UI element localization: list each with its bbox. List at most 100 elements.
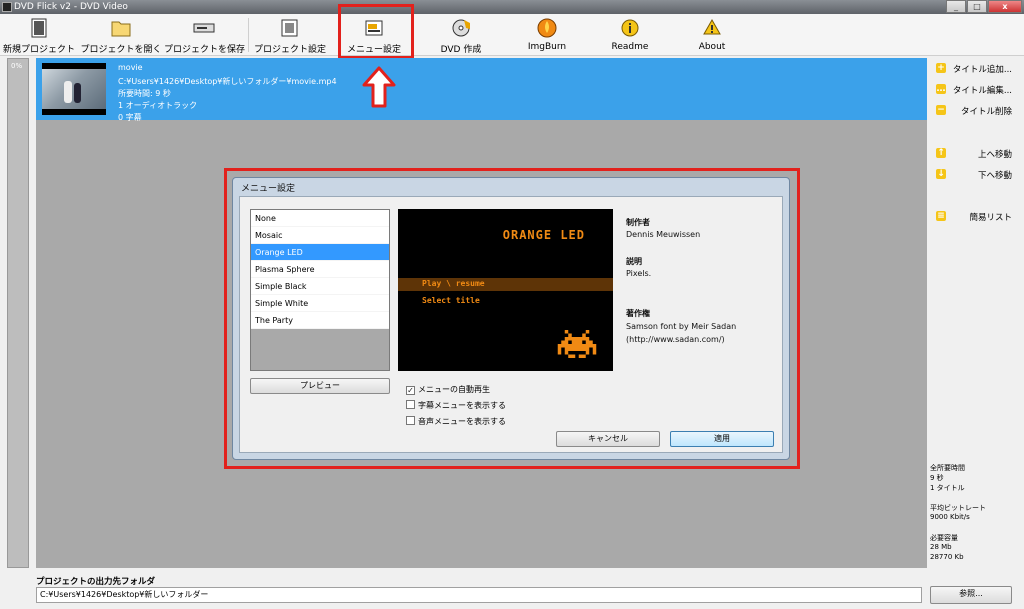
cancel-button[interactable]: キャンセル xyxy=(556,431,660,447)
readme-button[interactable]: Readme xyxy=(598,14,662,56)
menu-option-simple-white[interactable]: Simple White xyxy=(251,295,389,312)
preview-button[interactable]: プレビュー xyxy=(250,378,390,394)
close-button[interactable]: x xyxy=(988,0,1022,13)
toolbar: 新規プロジェクト プロジェクトを開く プロジェクトを保存 プロジェクト設定 メニ… xyxy=(0,14,1024,56)
save-project-button[interactable]: プロジェクトを保存 xyxy=(164,14,246,56)
film-icon xyxy=(31,18,47,38)
menu-preview: ORANGE LED Play \ resume Select title xyxy=(398,209,613,371)
menu-option-plasma-sphere[interactable]: Plasma Sphere xyxy=(251,261,389,278)
dialog-body: None Mosaic Orange LED Plasma Sphere Sim… xyxy=(239,196,783,453)
total-time-label: 全所要時間 xyxy=(930,464,965,472)
total-time-value: 9 秒 xyxy=(930,474,944,482)
imgburn-icon xyxy=(537,18,557,38)
preview-select-item: Select title xyxy=(422,296,480,305)
up-arrow-icon xyxy=(362,66,396,108)
author-value: Dennis Meuwissen xyxy=(626,230,701,239)
about-label: About xyxy=(698,42,726,52)
description-value: Pixels. xyxy=(626,269,652,278)
open-project-label: プロジェクトを開く xyxy=(80,45,162,55)
required-size-kb: 28770 Kb xyxy=(930,553,964,561)
title-name: movie xyxy=(118,63,143,72)
autoplay-checkbox[interactable]: ✓ メニューの自動再生 xyxy=(406,384,490,396)
side-panel: + タイトル追加... … タイトル編集... − タイトル削除 ↑ 上へ移動 ↓ 下へ移… xyxy=(930,58,1024,578)
title-count: 1 タイトル xyxy=(930,484,965,492)
move-down-label: 下へ移動 xyxy=(977,171,1012,181)
arrow-down-icon: ↓ xyxy=(936,169,946,179)
video-thumbnail xyxy=(42,63,106,115)
progress-percent: 0% xyxy=(11,62,23,70)
progress-bar: 0% xyxy=(7,58,29,568)
about-button[interactable]: About xyxy=(680,14,744,56)
space-invader-icon xyxy=(557,330,597,358)
author-label: 制作者 xyxy=(626,218,650,227)
window-title: DVD Flick v2 - DVD Video xyxy=(14,2,128,12)
checkbox-empty-icon xyxy=(406,416,415,425)
edit-icon: … xyxy=(936,84,946,94)
checkbox-empty-icon xyxy=(406,400,415,409)
arrow-up-icon: ↑ xyxy=(936,148,946,158)
save-project-label: プロジェクトを保存 xyxy=(164,45,246,55)
move-up-label: 上へ移動 xyxy=(977,150,1012,160)
menu-option-the-party[interactable]: The Party xyxy=(251,312,389,329)
drive-icon xyxy=(193,23,215,33)
menu-option-simple-black[interactable]: Simple Black xyxy=(251,278,389,295)
add-title-label: タイトル追加... xyxy=(952,65,1012,75)
move-up-button[interactable]: ↑ 上へ移動 xyxy=(930,145,1024,161)
create-dvd-label: DVD 作成 xyxy=(440,45,482,55)
audio-menu-label: 音声メニューを表示する xyxy=(418,417,506,426)
dialog-title: メニュー設定 xyxy=(241,184,296,194)
copyright-line2: (http://www.sadan.com/) xyxy=(626,335,725,344)
menu-settings-dialog: メニュー設定 None Mosaic Orange LED Plasma Sph… xyxy=(232,177,790,460)
minimize-button[interactable]: _ xyxy=(946,0,966,13)
checkbox-checked-icon: ✓ xyxy=(406,386,415,395)
simple-list-button[interactable]: ≡ 簡易リスト xyxy=(930,208,1024,224)
new-project-button[interactable]: 新規プロジェクト xyxy=(2,14,76,56)
menu-option-orange-led[interactable]: Orange LED xyxy=(251,244,389,261)
edit-title-label: タイトル編集... xyxy=(952,86,1012,96)
imgburn-button[interactable]: ImgBurn xyxy=(514,14,580,56)
window-titlebar: DVD Flick v2 - DVD Video _ □ x xyxy=(0,0,1024,14)
browse-button[interactable]: 参照... xyxy=(930,586,1012,604)
title-audio-tracks: 1 オーディオトラック xyxy=(118,101,198,110)
title-duration: 所要時間: 9 秒 xyxy=(118,89,171,98)
output-folder-field[interactable]: C:¥Users¥1426¥Desktop¥新しいフォルダー xyxy=(36,587,922,603)
apply-button[interactable]: 適用 xyxy=(670,431,774,447)
about-icon xyxy=(703,18,721,35)
delete-title-button[interactable]: − タイトル削除 xyxy=(930,102,1024,118)
open-project-button[interactable]: プロジェクトを開く xyxy=(80,14,162,56)
title-row-selected[interactable]: movie C:¥Users¥1426¥Desktop¥新しいフォルダー¥mov… xyxy=(36,58,927,122)
preview-play-item: Play \ resume xyxy=(422,279,485,288)
project-settings-button[interactable]: プロジェクト設定 xyxy=(252,14,328,56)
move-down-button[interactable]: ↓ 下へ移動 xyxy=(930,166,1024,182)
audio-menu-checkbox[interactable]: 音声メニューを表示する xyxy=(406,416,506,428)
maximize-button[interactable]: □ xyxy=(967,0,987,13)
app-icon xyxy=(2,2,12,12)
required-size-mb: 28 Mb xyxy=(930,543,952,551)
menu-option-none[interactable]: None xyxy=(251,210,389,227)
copyright-label: 著作権 xyxy=(626,309,650,318)
create-dvd-button[interactable]: DVD 作成 xyxy=(426,14,496,56)
menu-option-mosaic[interactable]: Mosaic xyxy=(251,227,389,244)
delete-title-label: タイトル削除 xyxy=(960,107,1012,117)
imgburn-label: ImgBurn xyxy=(527,42,567,52)
avg-bitrate-value: 9000 Kbit/s xyxy=(930,513,970,521)
preview-heading: ORANGE LED xyxy=(502,228,585,242)
list-icon: ≡ xyxy=(936,211,946,221)
autoplay-label: メニューの自動再生 xyxy=(418,385,490,394)
minus-icon: − xyxy=(936,105,946,115)
add-title-button[interactable]: + タイトル追加... xyxy=(930,60,1024,76)
simple-list-label: 簡易リスト xyxy=(969,213,1012,223)
menu-template-list[interactable]: None Mosaic Orange LED Plasma Sphere Sim… xyxy=(250,209,390,371)
output-folder-label: プロジェクトの出力先フォルダ xyxy=(36,577,156,587)
toolbar-separator xyxy=(248,18,249,52)
plus-icon: + xyxy=(936,63,946,73)
project-settings-label: プロジェクト設定 xyxy=(253,45,326,55)
edit-title-button[interactable]: … タイトル編集... xyxy=(930,81,1024,97)
description-label: 説明 xyxy=(626,257,642,266)
settings-icon xyxy=(281,19,298,37)
subtitle-menu-checkbox[interactable]: 字幕メニューを表示する xyxy=(406,400,506,412)
dvd-icon xyxy=(452,19,470,37)
title-path: C:¥Users¥1426¥Desktop¥新しいフォルダー¥movie.mp4 xyxy=(118,77,337,86)
copyright-line1: Samson font by Meir Sadan xyxy=(626,322,737,331)
folder-icon xyxy=(111,21,131,37)
